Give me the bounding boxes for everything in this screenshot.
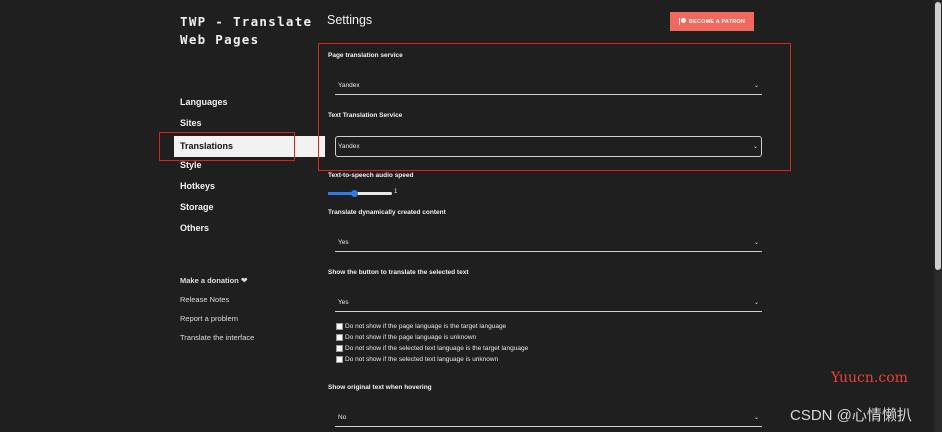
show-button-value: Yes <box>338 299 349 306</box>
checkbox-row: Do not show if the selected text languag… <box>336 343 528 354</box>
report-problem-link[interactable]: Report a problem <box>180 314 254 333</box>
sidebar-item-hotkeys[interactable]: Hotkeys <box>174 178 294 199</box>
show-button-select[interactable]: Yes ⌄ <box>335 295 762 312</box>
checkbox[interactable] <box>336 323 343 330</box>
hover-original-label: Show original text when hovering <box>328 384 432 391</box>
patron-button-label: BECOME A PATRON <box>688 18 746 25</box>
page-translation-value: Yandex <box>338 82 360 89</box>
become-patron-button[interactable]: BECOME A PATRON <box>670 12 754 31</box>
hover-original-value: No <box>338 414 347 421</box>
checkbox-label: Do not show if the page language is the … <box>345 323 507 330</box>
sidebar-nav: Languages Sites Translations Style Hotke… <box>174 94 325 241</box>
scrollbar-thumb[interactable] <box>935 2 941 270</box>
dynamic-content-label: Translate dynamically created content <box>328 209 446 216</box>
tts-speed-slider[interactable] <box>328 190 392 197</box>
show-button-options: Do not show if the page language is the … <box>336 321 528 365</box>
chevron-down-icon: ⌄ <box>753 300 759 306</box>
checkbox-label: Do not show if the selected text languag… <box>345 345 529 352</box>
sidebar-item-style[interactable]: Style <box>174 157 294 178</box>
slider-thumb[interactable] <box>350 190 358 197</box>
page-translation-select[interactable]: Yandex ⌄ <box>335 78 762 95</box>
sidebar-item-translations[interactable]: Translations <box>174 136 325 157</box>
page-title: Settings <box>327 13 373 27</box>
tts-speed-value: 1 <box>394 189 398 195</box>
sidebar-item-others[interactable]: Others <box>174 220 294 241</box>
checkbox-label: Do not show if the selected text languag… <box>345 356 499 363</box>
chevron-down-icon: ⌄ <box>753 83 759 89</box>
donation-label: Make a donation <box>180 276 239 285</box>
tts-speed-label: Text-to-speech audio speed <box>328 172 414 179</box>
chevron-down-icon: ⌄ <box>753 240 759 246</box>
chevron-down-icon: ⌄ <box>753 415 759 421</box>
chevron-down-icon: ⌄ <box>752 144 758 150</box>
checkbox[interactable] <box>336 334 343 341</box>
checkbox-row: Do not show if the selected text languag… <box>336 354 528 365</box>
page-translation-label: Page translation service <box>328 52 403 59</box>
release-notes-link[interactable]: Release Notes <box>180 295 254 314</box>
show-button-label: Show the button to translate the selecte… <box>328 269 469 276</box>
heart-icon: ❤ <box>240 276 248 285</box>
text-translation-value: Yandex <box>338 143 360 150</box>
checkbox-row: Do not show if the page language is the … <box>336 321 528 332</box>
sidebar-item-languages[interactable]: Languages <box>174 94 294 115</box>
checkbox[interactable] <box>336 345 343 352</box>
text-translation-select[interactable]: Yandex ⌄ <box>335 136 762 157</box>
sidebar-links: Make a donation ❤ Release Notes Report a… <box>180 276 254 352</box>
dynamic-content-value: Yes <box>338 239 349 246</box>
site-watermark: Yuucn.com <box>831 370 908 386</box>
checkbox-row: Do not show if the page language is unkn… <box>336 332 528 343</box>
checkbox-label: Do not show if the page language is unkn… <box>345 334 477 341</box>
donation-link[interactable]: Make a donation ❤ <box>180 276 254 295</box>
sidebar-item-sites[interactable]: Sites <box>174 115 294 136</box>
hover-original-select[interactable]: No ⌄ <box>335 410 762 427</box>
app-title: TWP - Translate Web Pages <box>180 14 313 47</box>
sidebar-item-storage[interactable]: Storage <box>174 199 294 220</box>
translate-interface-link[interactable]: Translate the interface <box>180 333 254 352</box>
csdn-watermark: CSDN @心情懒扒 <box>790 407 912 424</box>
text-translation-label: Text Translation Service <box>328 112 403 119</box>
dynamic-content-select[interactable]: Yes ⌄ <box>335 235 762 252</box>
slider-fill <box>328 192 354 195</box>
checkbox[interactable] <box>336 356 343 363</box>
patreon-icon <box>678 18 686 25</box>
